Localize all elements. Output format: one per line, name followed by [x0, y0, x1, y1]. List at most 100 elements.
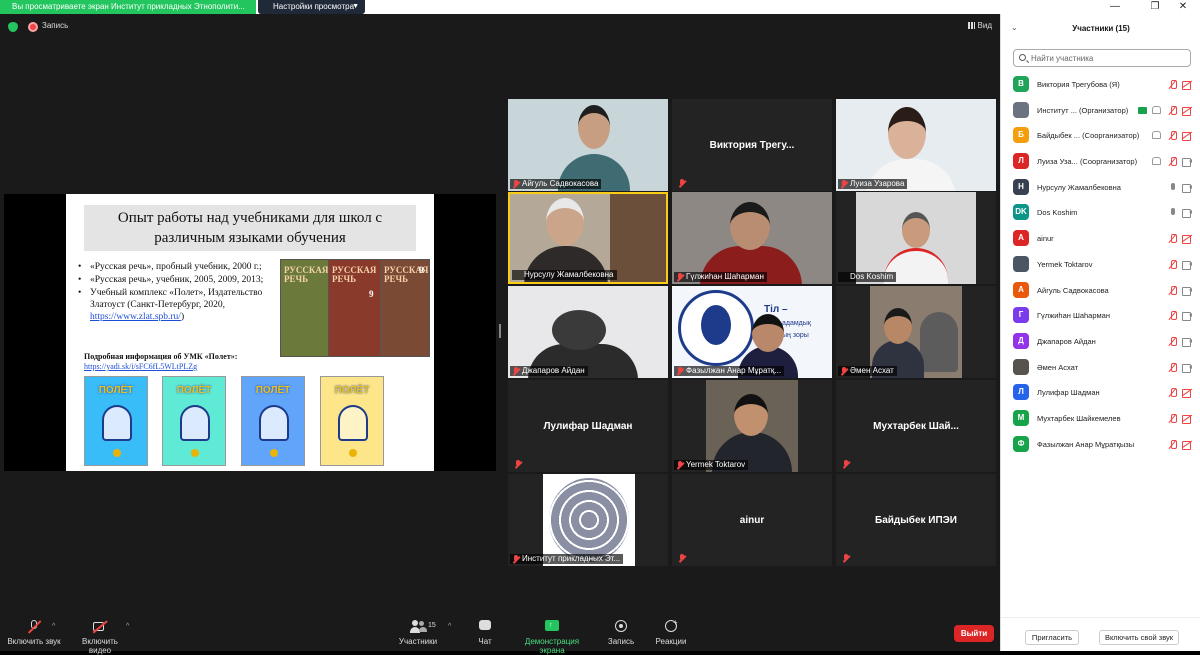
share-screen-icon: ↑	[544, 620, 560, 633]
camera-icon[interactable]	[1182, 286, 1192, 296]
participants-options-caret[interactable]: ^	[448, 623, 451, 630]
view-button[interactable]: Вид	[967, 21, 992, 30]
participant-video	[552, 310, 606, 350]
camera-off-icon[interactable]	[1182, 106, 1192, 116]
video-tile[interactable]: ainur	[672, 474, 832, 566]
shield-icon[interactable]	[8, 22, 18, 32]
participant-video	[884, 308, 912, 344]
record-button[interactable]: Запись	[606, 620, 636, 646]
mic-muted-icon[interactable]	[1168, 362, 1177, 372]
mic-muted-icon[interactable]	[1168, 80, 1177, 89]
avatar	[1013, 255, 1029, 272]
mic-muted-icon[interactable]	[1168, 131, 1177, 141]
resize-handle[interactable]	[499, 324, 501, 338]
camera-icon[interactable]	[1182, 183, 1192, 193]
video-tile[interactable]: Әмен Асхат	[836, 286, 996, 378]
view-options-button[interactable]: Настройки просмотра ▼	[258, 0, 365, 14]
mic-muted-icon[interactable]	[1168, 285, 1177, 295]
participant-row[interactable]: М Мухтарбек Шайкемелев	[1001, 406, 1200, 432]
participant-row[interactable]: DK Dos Koshim	[1001, 200, 1200, 226]
participant-name: Луиза Уза... (Соорганизатор)	[1037, 157, 1137, 166]
camera-icon[interactable]	[1182, 260, 1192, 270]
participant-name: Мухтарбек Шайкемелев	[1037, 414, 1121, 423]
leave-button[interactable]: Выйти	[954, 625, 994, 642]
camera-off-icon[interactable]	[1182, 132, 1192, 142]
video-tile[interactable]: Институт прикладных Эт...	[508, 474, 668, 566]
participant-row[interactable]: Әмен Асхат	[1001, 355, 1200, 381]
video-tile-active-speaker[interactable]: Нурсулу Жамалбековна	[508, 192, 668, 284]
participant-name: Лулифар Шадман	[1037, 388, 1100, 397]
mic-muted-icon[interactable]	[1168, 259, 1177, 269]
video-tile[interactable]: Байдыбек ИПЭИ	[836, 474, 996, 566]
participant-row[interactable]: Л Лулифар Шадман	[1001, 380, 1200, 406]
shared-screen[interactable]: Опыт работы над учебниками для школ с ра…	[4, 194, 496, 471]
participant-name: Гүлжиһан Шаһарман	[686, 272, 764, 281]
video-tile[interactable]: Гүлжиһан Шаһарман	[672, 192, 832, 284]
reactions-button[interactable]: + Реакции	[654, 618, 688, 646]
mic-icon[interactable]	[1168, 208, 1177, 217]
overlay-text: адамдық	[782, 320, 811, 327]
participant-role: (Организатор)	[1079, 105, 1129, 115]
camera-off-icon[interactable]	[1182, 389, 1192, 399]
mic-icon[interactable]	[1168, 182, 1177, 192]
participant-row[interactable]: Yermek Toktarov	[1001, 252, 1200, 278]
mic-muted-icon[interactable]	[1168, 439, 1177, 449]
camera-icon[interactable]	[1182, 312, 1192, 322]
grid-icon	[967, 22, 975, 29]
participant-name-text: Әмен Асхат	[1037, 362, 1079, 372]
participant-name-text: Нурсулу Жамалбековна	[1037, 182, 1121, 192]
video-tile[interactable]: Айгуль Садвокасова	[508, 99, 668, 191]
mic-muted-icon[interactable]	[1168, 413, 1177, 423]
video-tile[interactable]: Луиза Узарова	[836, 99, 996, 191]
camera-icon[interactable]	[1182, 363, 1192, 373]
video-tile[interactable]: Мухтарбек Шай...	[836, 380, 996, 472]
chat-button[interactable]: Чат	[474, 620, 496, 646]
video-options-caret[interactable]: ^	[126, 623, 129, 630]
camera-icon[interactable]	[1182, 209, 1192, 219]
participant-row[interactable]: Ф Фазылжан Анар Мұратқызы	[1001, 432, 1200, 458]
publisher-link[interactable]: https://www.zlat.spb.ru/	[90, 312, 181, 322]
mic-muted-icon[interactable]	[1168, 157, 1177, 167]
avatar: Ф	[1013, 435, 1029, 452]
participant-name-text: Байдыбек ...	[1037, 131, 1081, 141]
participant-search-input[interactable]	[1031, 51, 1186, 65]
mic-muted-icon[interactable]	[1168, 234, 1177, 244]
participant-row[interactable]: Д Джапаров Айдан	[1001, 329, 1200, 355]
camera-off-icon[interactable]	[1182, 414, 1192, 424]
video-tile[interactable]: Виктория Трегу...	[672, 99, 832, 191]
camera-off-icon[interactable]	[1182, 440, 1192, 450]
camera-off-icon[interactable]	[1182, 81, 1192, 90]
mic-muted-icon[interactable]	[1168, 336, 1177, 346]
video-tile[interactable]: Джапаров Айдан	[508, 286, 668, 378]
participant-row[interactable]: Г Гүлжиһан Шаһарман	[1001, 303, 1200, 329]
mic-muted-icon[interactable]	[1168, 105, 1177, 115]
info-link[interactable]: https://yadi.sk/i/sFC6fL5WLtPLZg	[84, 362, 197, 371]
participant-name-tag: Dos Koshim	[838, 272, 897, 282]
video-tile[interactable]: Лулифар Шадман	[508, 380, 668, 472]
minimize-button[interactable]: —	[1098, 0, 1132, 14]
participant-row[interactable]: Н Нурсулу Жамалбековна	[1001, 175, 1200, 201]
video-tile[interactable]: Yermek Toktarov	[672, 380, 832, 472]
participant-row[interactable]: Aainur	[1001, 226, 1200, 252]
audio-options-caret[interactable]: ^	[52, 623, 55, 630]
video-tile[interactable]: Тіл – адамдық ың зоры Фазылжан Анар Мұра…	[672, 286, 832, 378]
camera-icon[interactable]	[1182, 337, 1192, 347]
participant-row[interactable]: Б Байдыбек ... (Соорганизатор)	[1001, 123, 1200, 149]
mic-muted-icon[interactable]	[1168, 311, 1177, 321]
invite-button[interactable]: Пригласить	[1025, 630, 1079, 645]
participant-role: (Соорганизатор)	[1082, 131, 1140, 141]
start-video-button[interactable]: Включить видео	[70, 620, 130, 655]
close-button[interactable]: ✕	[1166, 0, 1200, 14]
share-screen-button[interactable]: ↑ Демонстрация экрана	[512, 620, 592, 655]
participant-row[interactable]: Л Луиза Уза... (Соорганизатор)	[1001, 149, 1200, 175]
camera-icon[interactable]	[1182, 158, 1192, 168]
video-tile[interactable]: Dos Koshim	[836, 192, 996, 284]
participant-row[interactable]: В Виктория Трегубова (Я)	[1001, 72, 1200, 98]
search-box[interactable]	[1013, 49, 1191, 67]
participant-row[interactable]: А Айгуль Садвокасова	[1001, 278, 1200, 304]
mic-muted-icon[interactable]	[1168, 388, 1177, 398]
unmute-me-button[interactable]: Включить свой звук	[1099, 630, 1179, 645]
camera-off-icon[interactable]	[1182, 235, 1192, 245]
book-cover: ПОЛЁТ	[241, 376, 305, 466]
participant-row[interactable]: Институт ... (Организатор)	[1001, 98, 1200, 124]
